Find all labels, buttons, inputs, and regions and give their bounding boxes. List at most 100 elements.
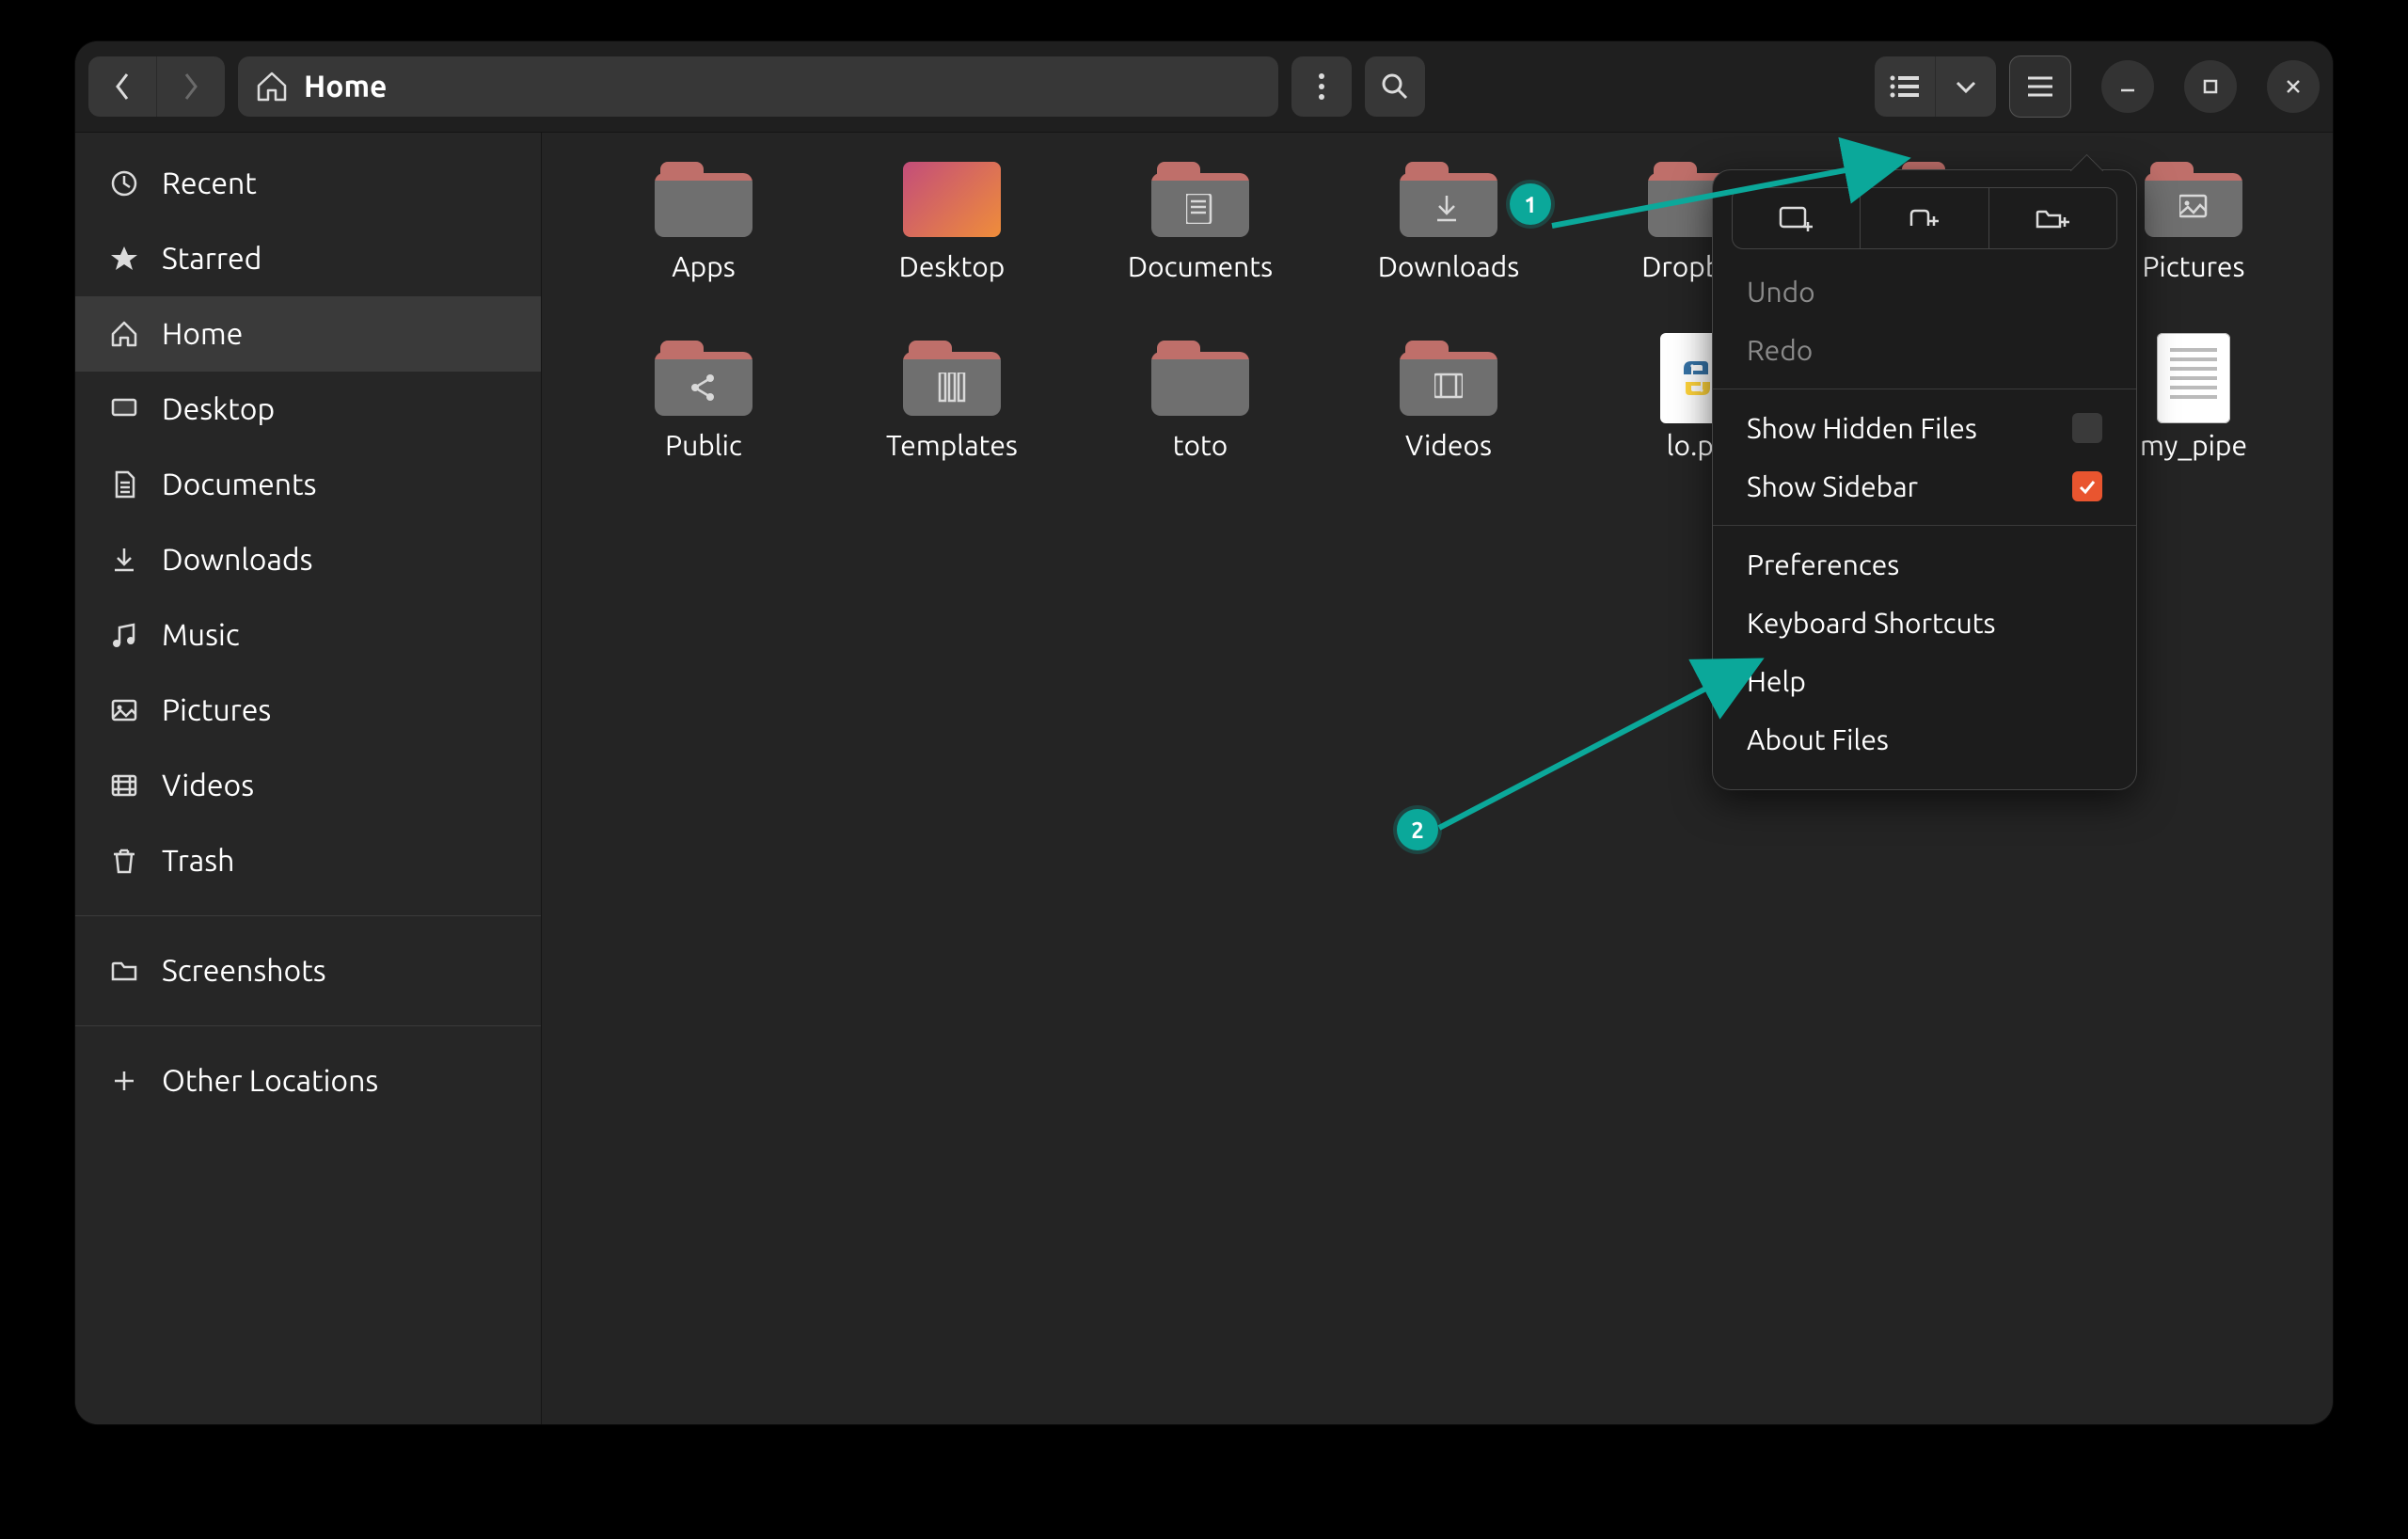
- document-icon: [107, 468, 141, 501]
- file-label: my_pipe: [2140, 428, 2247, 462]
- nav-group: [88, 56, 225, 117]
- menu-preferences[interactable]: Preferences: [1713, 535, 2136, 594]
- file-label: Downloads: [1378, 249, 1520, 283]
- desktop-icon: [107, 392, 141, 426]
- sidebar-item-label: Trash: [162, 844, 234, 878]
- menu-undo[interactable]: Undo: [1713, 262, 2136, 321]
- file-item[interactable]: toto: [1076, 336, 1324, 515]
- sidebar-item-label: Starred: [162, 242, 261, 276]
- new-window-button[interactable]: [1733, 188, 1861, 248]
- file-manager-window: Home: [75, 41, 2333, 1424]
- folder-icon: [107, 954, 141, 988]
- file-label: Desktop: [899, 249, 1006, 283]
- sidebar-item-recent[interactable]: Recent: [75, 146, 541, 221]
- file-item[interactable]: Desktop: [828, 157, 1076, 336]
- menu-shortcuts[interactable]: Keyboard Shortcuts: [1713, 594, 2136, 652]
- menu-show-hidden[interactable]: Show Hidden Files: [1713, 399, 2136, 457]
- sidebar-item-trash[interactable]: Trash: [75, 823, 541, 898]
- checkbox-unchecked-icon: [2072, 413, 2102, 443]
- new-tab-button[interactable]: [1861, 188, 1988, 248]
- list-view-icon: [1889, 73, 1921, 100]
- folder-icon: [903, 341, 1001, 416]
- checkbox-checked-icon: [2072, 471, 2102, 501]
- path-label: Home: [304, 70, 387, 103]
- file-label: Apps: [672, 249, 736, 283]
- view-switcher: [1875, 56, 1996, 117]
- sidebar-item-label: Videos: [162, 769, 254, 802]
- folder-icon: [1400, 162, 1497, 237]
- sidebar-item-label: Documents: [162, 468, 316, 501]
- sidebar-item-label: Other Locations: [162, 1064, 378, 1098]
- sidebar-item-music[interactable]: Music: [75, 597, 541, 673]
- search-icon: [1380, 71, 1410, 102]
- sidebar: Recent Starred Home Desktop Documents Do…: [75, 133, 542, 1424]
- search-button[interactable]: [1365, 56, 1425, 117]
- sidebar-item-downloads[interactable]: Downloads: [75, 522, 541, 597]
- sidebar-item-pictures[interactable]: Pictures: [75, 673, 541, 748]
- sidebar-item-desktop[interactable]: Desktop: [75, 372, 541, 447]
- home-icon: [255, 71, 289, 103]
- sidebar-item-label: Screenshots: [162, 954, 326, 988]
- folder-icon: [655, 341, 752, 416]
- sidebar-item-starred[interactable]: Starred: [75, 221, 541, 296]
- minimize-button[interactable]: [2101, 60, 2154, 113]
- new-window-icon: [1778, 203, 1815, 233]
- music-icon: [107, 618, 141, 652]
- close-button[interactable]: [2267, 60, 2320, 113]
- file-item[interactable]: Downloads: [1324, 157, 1573, 336]
- new-tab-icon: [1906, 203, 1943, 233]
- view-dropdown-button[interactable]: [1936, 56, 1996, 117]
- picture-icon: [107, 693, 141, 727]
- download-icon: [107, 543, 141, 577]
- file-label: Videos: [1405, 428, 1492, 462]
- home-icon: [107, 317, 141, 351]
- file-label: Pictures: [2142, 249, 2244, 283]
- pathbar[interactable]: Home: [238, 56, 1278, 117]
- file-item[interactable]: Documents: [1076, 157, 1324, 336]
- file-item[interactable]: Videos: [1324, 336, 1573, 515]
- folder-icon: [1400, 341, 1497, 416]
- sidebar-item-home[interactable]: Home: [75, 296, 541, 372]
- file-label: Public: [665, 428, 742, 462]
- star-icon: [107, 242, 141, 276]
- menu-show-sidebar[interactable]: Show Sidebar: [1713, 457, 2136, 516]
- hamburger-menu-button[interactable]: [2009, 56, 2071, 118]
- sidebar-item-videos[interactable]: Videos: [75, 748, 541, 823]
- desktop-icon: [903, 162, 1001, 237]
- sidebar-item-label: Downloads: [162, 543, 313, 577]
- file-item[interactable]: Public: [579, 336, 828, 515]
- forward-button[interactable]: [156, 56, 225, 117]
- menu-about[interactable]: About Files: [1713, 710, 2136, 769]
- file-item[interactable]: Apps: [579, 157, 828, 336]
- kebab-icon: [1318, 72, 1325, 101]
- sidebar-other-locations[interactable]: Other Locations: [75, 1043, 541, 1119]
- minimize-icon: [2118, 77, 2137, 96]
- file-item[interactable]: Templates: [828, 336, 1076, 515]
- sidebar-item-label: Home: [162, 317, 243, 351]
- trash-icon: [107, 844, 141, 878]
- new-folder-button[interactable]: [1989, 188, 2116, 248]
- file-label: Templates: [886, 428, 1018, 462]
- hamburger-popover: Undo Redo Show Hidden Files Show Sidebar…: [1712, 169, 2137, 790]
- back-button[interactable]: [88, 56, 156, 117]
- maximize-button[interactable]: [2184, 60, 2237, 113]
- menu-redo[interactable]: Redo: [1713, 321, 2136, 379]
- text-file-icon: [2157, 333, 2230, 423]
- sidebar-item-label: Recent: [162, 167, 257, 200]
- popover-action-row: [1732, 187, 2117, 249]
- plus-icon: [107, 1064, 141, 1098]
- file-label: toto: [1173, 428, 1228, 462]
- folder-icon: [2145, 162, 2242, 237]
- path-options-button[interactable]: [1291, 56, 1352, 117]
- headerbar: Home: [75, 41, 2333, 133]
- sidebar-item-documents[interactable]: Documents: [75, 447, 541, 522]
- sidebar-item-label: Desktop: [162, 392, 275, 426]
- video-icon: [107, 769, 141, 802]
- folder-icon: [655, 162, 752, 237]
- sidebar-item-screenshots[interactable]: Screenshots: [75, 933, 541, 1008]
- hamburger-icon: [2026, 75, 2054, 98]
- list-view-button[interactable]: [1875, 56, 1936, 117]
- folder-icon: [1151, 162, 1249, 237]
- menu-help[interactable]: Help: [1713, 652, 2136, 710]
- maximize-icon: [2201, 77, 2220, 96]
